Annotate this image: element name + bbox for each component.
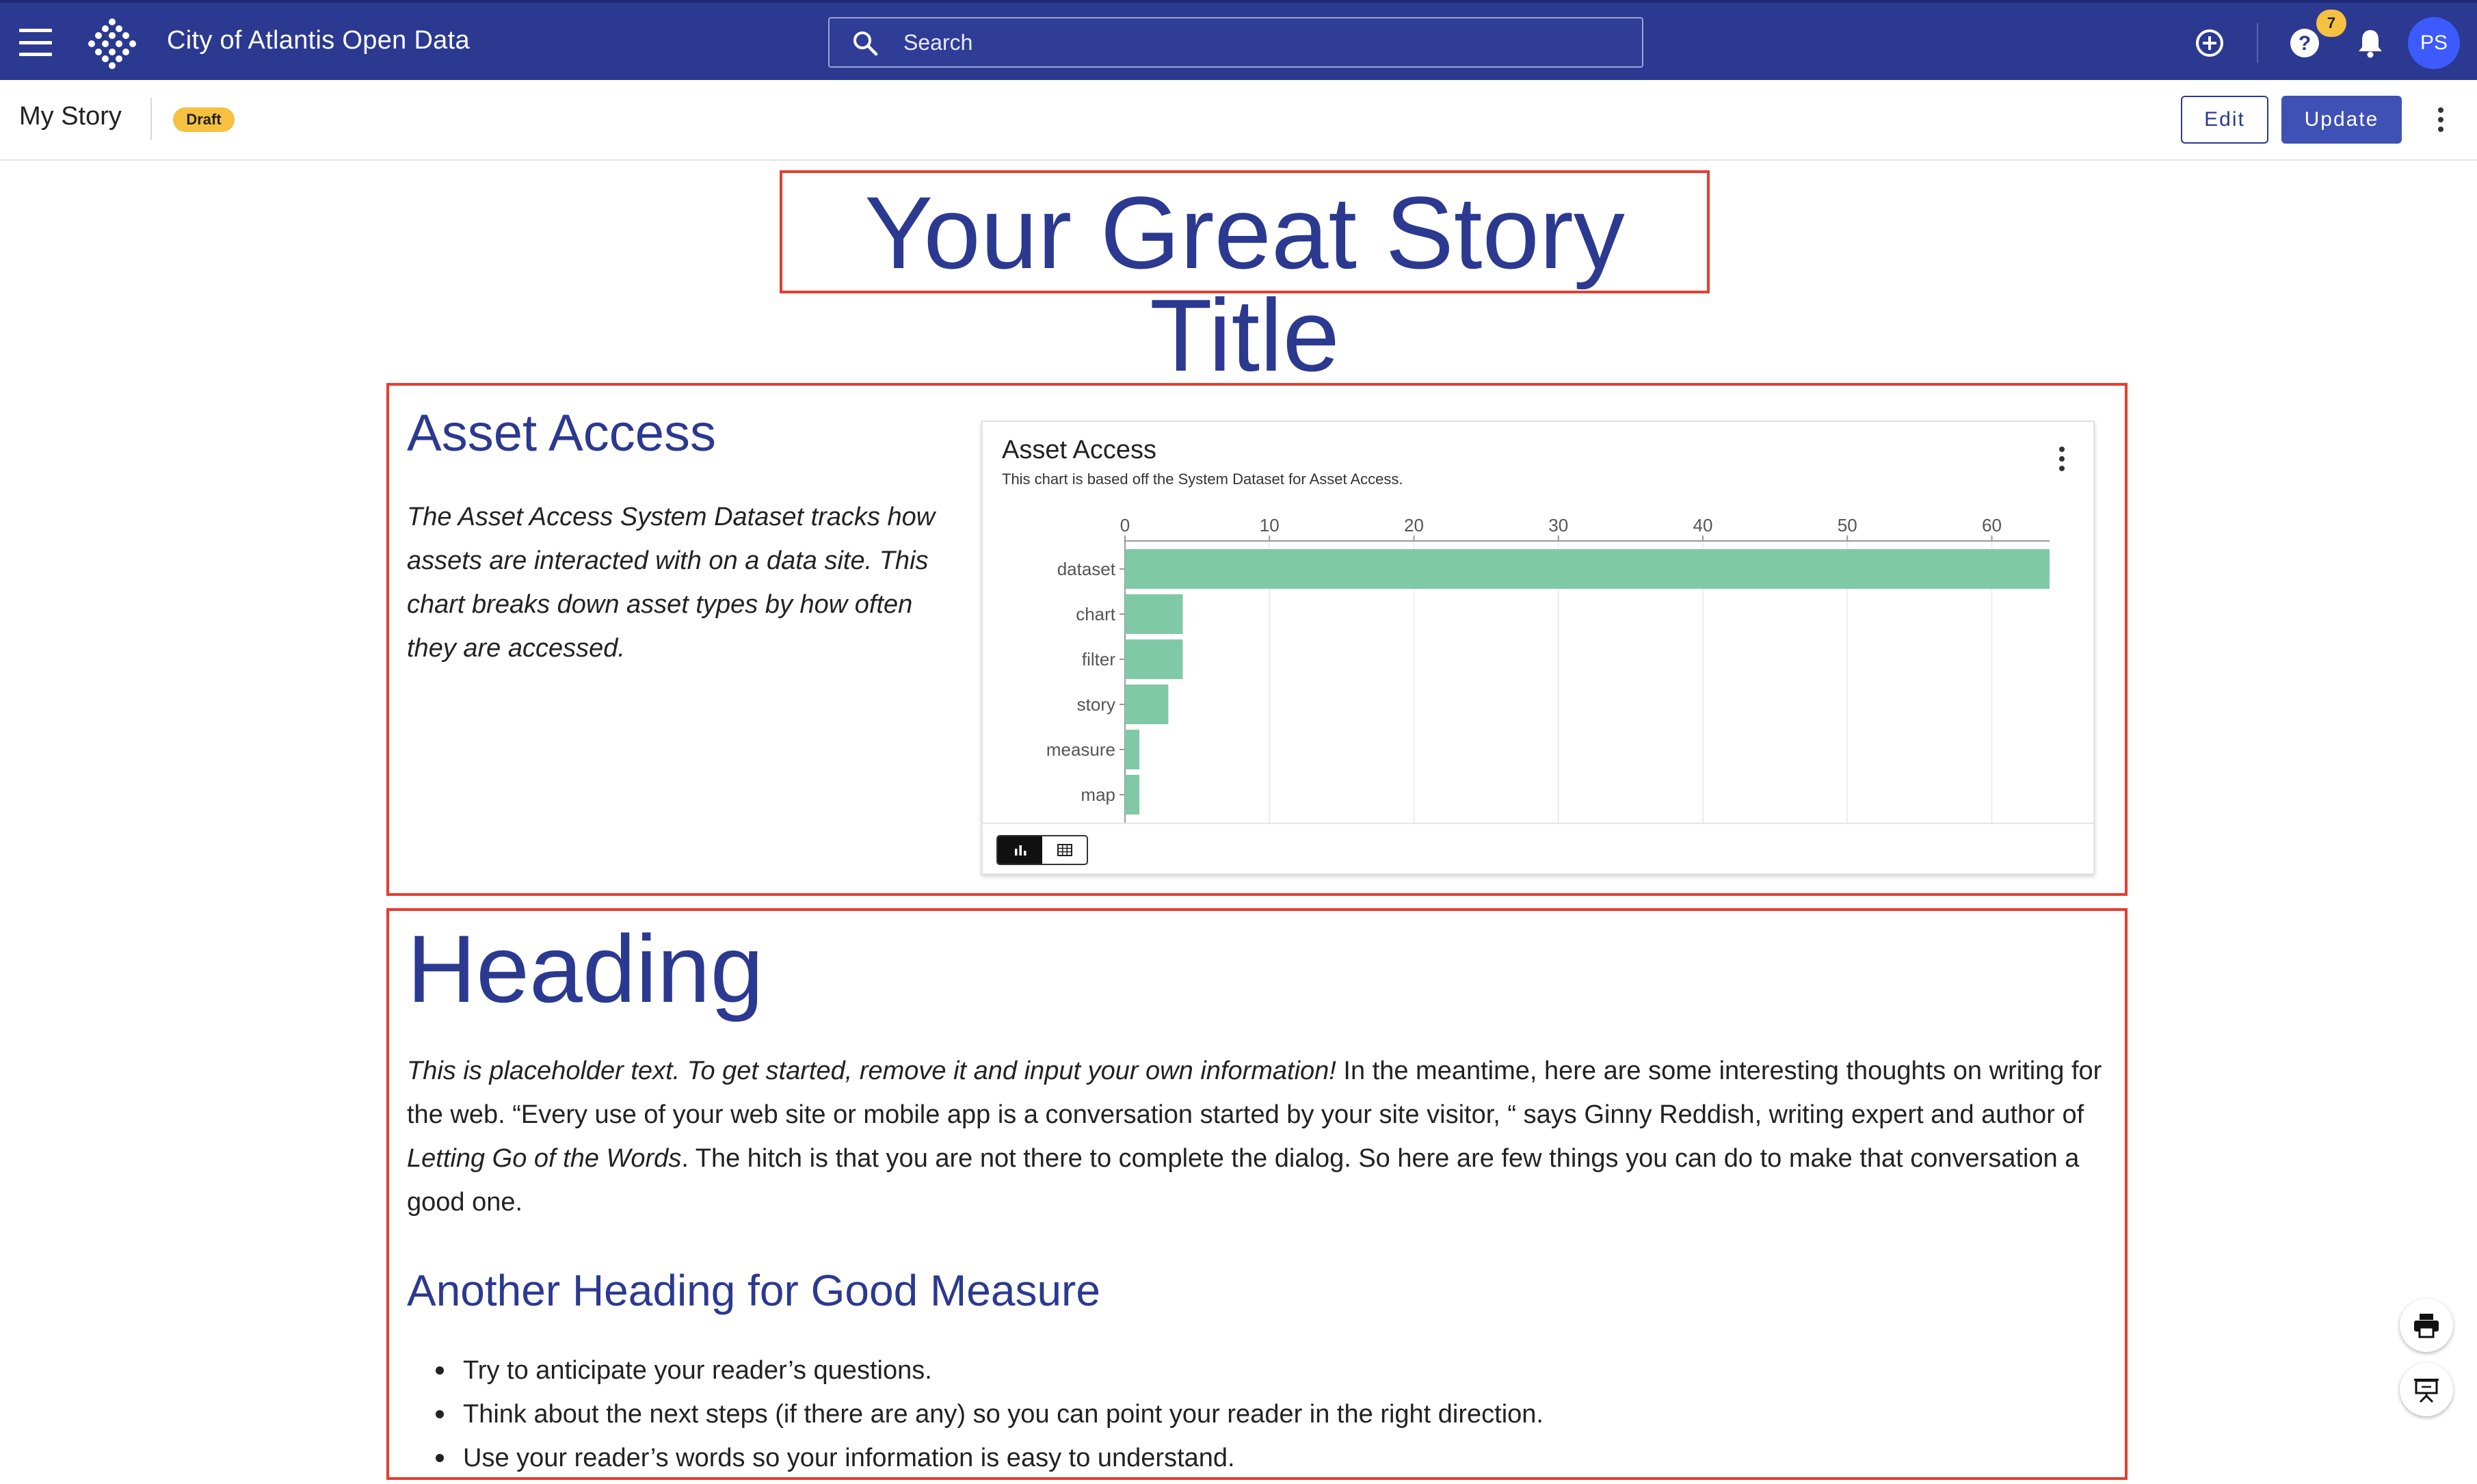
- help-badge-count: 7: [2316, 10, 2346, 37]
- help-icon[interactable]: ?: [2288, 26, 2322, 60]
- table-icon: [1057, 844, 1072, 856]
- chart-card: Asset Access This chart is based off the…: [981, 421, 2095, 875]
- status-badge: Draft: [173, 107, 235, 132]
- edit-button[interactable]: Edit: [2181, 96, 2268, 144]
- bar: [1125, 594, 1183, 634]
- bell-icon[interactable]: [2353, 26, 2387, 60]
- chart-footer: [983, 823, 2093, 875]
- dots-logo-icon[interactable]: [85, 16, 140, 71]
- search-input[interactable]: [903, 25, 1615, 59]
- view-toggle: [996, 835, 1088, 865]
- list-item: Try to anticipate your reader’s question…: [407, 1349, 2048, 1392]
- bar-chart-icon: [1014, 845, 1026, 856]
- x-tick-label: 10: [1260, 515, 1280, 535]
- x-tick-label: 50: [1838, 515, 1857, 535]
- bar: [1125, 639, 1183, 679]
- hamburger-icon[interactable]: [19, 29, 52, 56]
- bar: [1125, 730, 1140, 769]
- presentation-icon: [2414, 1379, 2439, 1403]
- more-vert-icon[interactable]: [2438, 107, 2445, 132]
- placeholder-italic-text: This is placeholder text. To get started…: [407, 1057, 1336, 1085]
- x-tick-label: 30: [1548, 515, 1568, 535]
- y-tick-label: measure: [1046, 739, 1115, 760]
- y-tick-label: filter: [1082, 649, 1115, 670]
- toolbar-divider: [150, 98, 152, 140]
- x-tick-label: 40: [1693, 515, 1713, 535]
- list-item: Think about the next steps (if there are…: [407, 1392, 2048, 1436]
- app-bar: City of Atlantis Open Data ? 7 PS: [0, 0, 2477, 80]
- y-tick-label: story: [1077, 694, 1115, 715]
- bar: [1125, 549, 2050, 589]
- story-name: My Story: [19, 102, 122, 131]
- text-section[interactable]: Heading This is placeholder text. To get…: [386, 908, 2128, 1480]
- bar-chart: 0 10 20 30 40 50 60 dataset chart filter story meas…: [1046, 515, 2050, 823]
- search-bar[interactable]: [828, 17, 1643, 68]
- search-icon: [853, 31, 878, 56]
- y-tick-label: map: [1081, 784, 1115, 805]
- body-paragraph: This is placeholder text. To get started…: [407, 1049, 2110, 1224]
- chart-title: Asset Access: [1002, 436, 1156, 464]
- print-icon: [2414, 1314, 2439, 1338]
- section-heading: Asset Access: [407, 404, 716, 462]
- appbar-divider: [2257, 23, 2258, 63]
- present-button[interactable]: [2400, 1363, 2453, 1416]
- add-circle-icon[interactable]: [2193, 26, 2227, 60]
- sub-heading: Another Heading for Good Measure: [407, 1266, 1100, 1315]
- y-tick-label: chart: [1076, 604, 1116, 624]
- bullet-list: Try to anticipate your reader’s question…: [407, 1349, 2048, 1480]
- chart-more-icon[interactable]: [2059, 447, 2066, 471]
- section-text: The Asset Access System Dataset tracks h…: [407, 503, 936, 663]
- x-tick-label: 0: [1120, 515, 1130, 535]
- svg-text:?: ?: [2299, 32, 2311, 55]
- table-view-button[interactable]: [1042, 836, 1087, 864]
- bar-chart-view-button[interactable]: [998, 836, 1042, 864]
- app-title[interactable]: City of Atlantis Open Data: [167, 26, 470, 55]
- x-tick-label: 60: [1982, 515, 2002, 535]
- section-heading: Heading: [407, 915, 764, 1022]
- print-button[interactable]: [2400, 1299, 2453, 1352]
- story-title: Your Great Story Title: [864, 175, 1625, 393]
- update-button[interactable]: Update: [2281, 96, 2402, 144]
- chart-subtitle: This chart is based off the System Datas…: [1002, 471, 1403, 488]
- avatar[interactable]: PS: [2408, 17, 2460, 69]
- bar: [1125, 685, 1169, 724]
- story-toolbar: My Story Draft Edit Update: [0, 80, 2477, 161]
- list-item: Use your reader’s words so your informat…: [407, 1436, 2048, 1480]
- bar: [1125, 775, 1140, 814]
- story-title-block[interactable]: Your Great Story Title: [780, 170, 1710, 386]
- book-title: Letting Go of the Words: [407, 1144, 682, 1173]
- y-tick-label: dataset: [1057, 559, 1116, 579]
- x-tick-label: 20: [1404, 515, 1424, 535]
